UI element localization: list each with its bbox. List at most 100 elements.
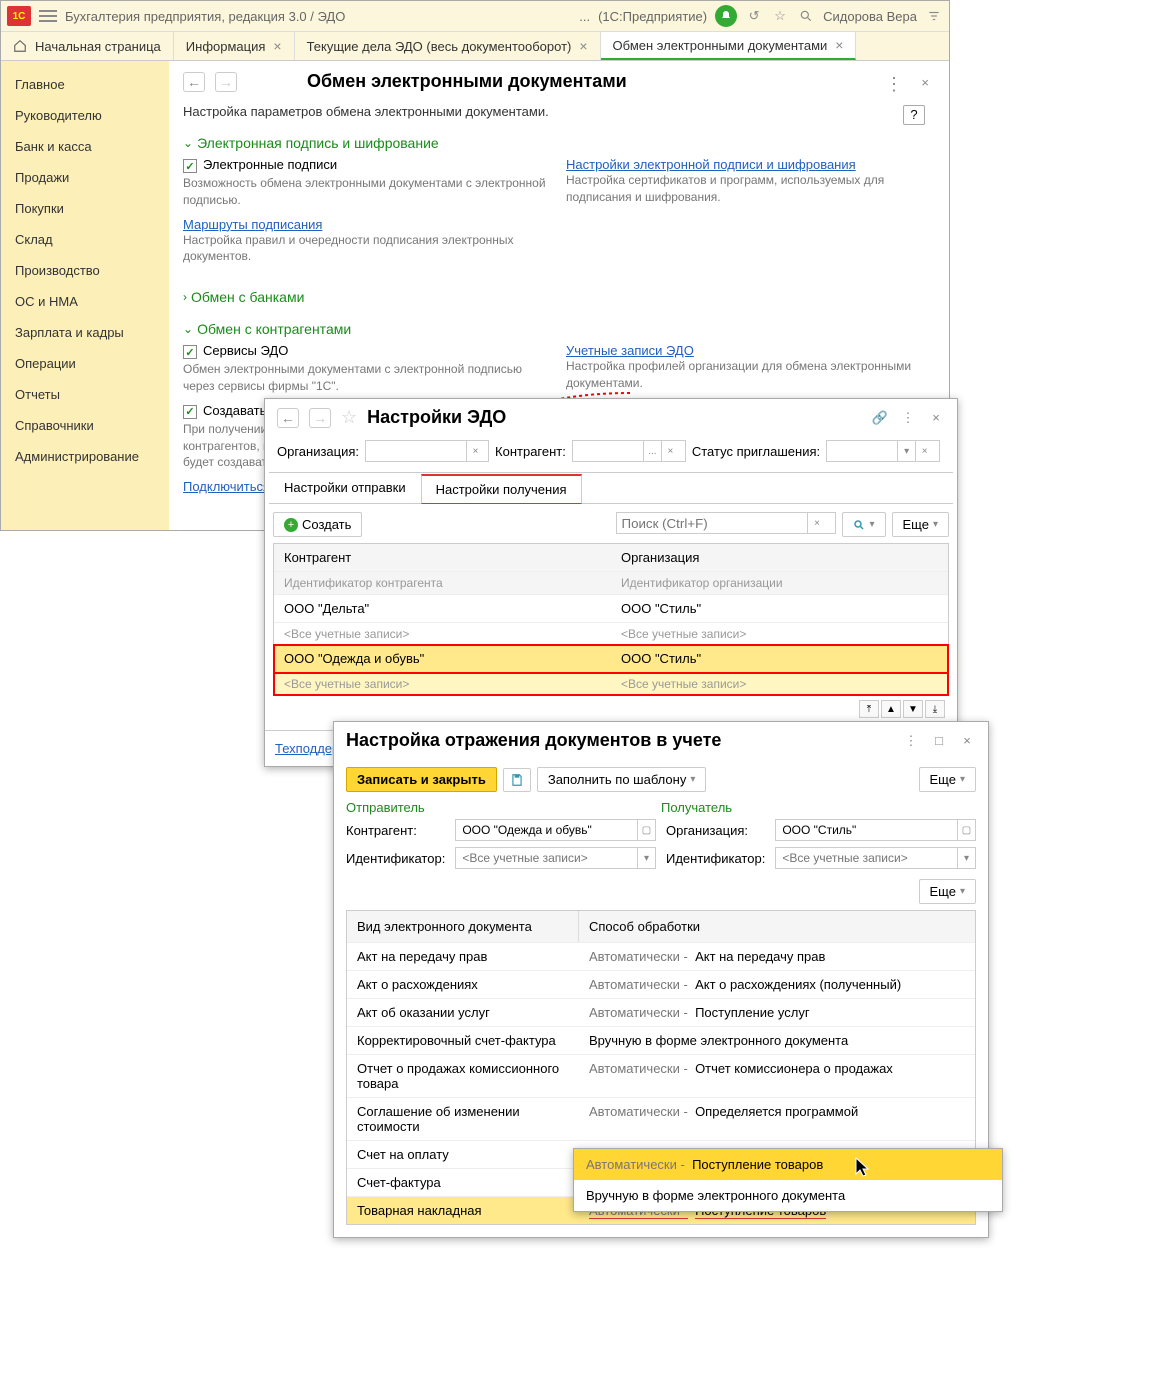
nav-forward[interactable]: → xyxy=(215,72,237,92)
contr-label: Контрагент: xyxy=(495,444,566,459)
link-routes[interactable]: Маршруты подписания xyxy=(183,217,546,232)
ellipsis: ... xyxy=(579,9,590,24)
sidebar-item[interactable]: Покупки xyxy=(1,193,169,224)
search-icon[interactable] xyxy=(797,7,815,25)
org-label: Организация: xyxy=(666,823,765,838)
table-row[interactable]: Акт об оказании услугАвтоматически - Пос… xyxy=(347,998,975,1026)
org-input[interactable]: × xyxy=(365,440,489,462)
titlebar: 1C Бухгалтерия предприятия, редакция 3.0… xyxy=(1,1,949,31)
close-icon[interactable]: × xyxy=(927,409,945,427)
org-input[interactable]: ▢ xyxy=(775,819,976,841)
nav-forward[interactable]: → xyxy=(309,408,331,428)
tabbar: Начальная страница Информация × Текущие … xyxy=(1,31,949,61)
create-button[interactable]: +Создать xyxy=(273,512,362,537)
more-button[interactable]: Еще ▾ xyxy=(919,879,976,904)
close-icon[interactable]: × xyxy=(273,38,281,54)
pager-first[interactable]: ⤒ xyxy=(859,700,879,718)
sender-label: Отправитель xyxy=(346,800,651,815)
sidebar-item[interactable]: Склад xyxy=(1,224,169,255)
sidebar-item[interactable]: Производство xyxy=(1,255,169,286)
sidebar-item[interactable]: Главное xyxy=(1,69,169,100)
kebab-icon[interactable]: ⋮ xyxy=(899,409,917,427)
table-row-selected[interactable]: ООО "Одежда и обувь"ООО "Стиль" xyxy=(274,645,948,673)
close-icon[interactable]: × xyxy=(958,732,976,750)
table-row-id: <Все учетные записи><Все учетные записи> xyxy=(274,623,948,645)
menu-icon[interactable] xyxy=(39,7,57,25)
more-button[interactable]: Еще ▾ xyxy=(892,512,949,537)
contr-input[interactable]: ▢ xyxy=(455,819,656,841)
link-icon[interactable]: 🔗 xyxy=(871,409,889,427)
link-accounts[interactable]: Учетные записи ЭДО xyxy=(566,343,929,358)
section-signature[interactable]: ⌄ Электронная подпись и шифрование xyxy=(183,135,929,151)
close-icon[interactable]: × xyxy=(921,75,929,90)
sidebar-item[interactable]: Администрирование xyxy=(1,441,169,472)
pager-last[interactable]: ⤓ xyxy=(925,700,945,718)
checkbox-label: Электронные подписи xyxy=(203,157,337,172)
checkbox-esign[interactable]: ✓ xyxy=(183,159,197,173)
sidebar-item[interactable]: Операции xyxy=(1,348,169,379)
contr-input[interactable]: ...× xyxy=(572,440,686,462)
checkbox-label: Сервисы ЭДО xyxy=(203,343,288,358)
pager-down[interactable]: ▼ xyxy=(903,700,923,718)
table-row[interactable]: Акт о расхожденияхАвтоматически - Акт о … xyxy=(347,970,975,998)
sidebar-item[interactable]: ОС и НМА xyxy=(1,286,169,317)
search-input[interactable]: × xyxy=(616,512,836,534)
close-icon[interactable]: × xyxy=(579,38,587,54)
more-button[interactable]: Еще ▾ xyxy=(919,767,976,792)
tab-home[interactable]: Начальная страница xyxy=(1,32,174,60)
section-banks[interactable]: › Обмен с банками xyxy=(183,289,929,305)
dropdown-item-manual[interactable]: Вручную в форме электронного документа xyxy=(574,1180,1002,1211)
table-row[interactable]: Отчет о продажах комиссионного товараАвт… xyxy=(347,1054,975,1097)
home-icon xyxy=(13,39,27,53)
tab-edo-tasks[interactable]: Текущие дела ЭДО (весь документооборот) … xyxy=(295,32,601,60)
save-close-button[interactable]: Записать и закрыть xyxy=(346,767,497,792)
history-icon[interactable]: ↺ xyxy=(745,7,763,25)
section-counterparties[interactable]: ⌄ Обмен с контрагентами xyxy=(183,321,929,337)
sidebar-item[interactable]: Отчеты xyxy=(1,379,169,410)
filter-icon[interactable] xyxy=(925,7,943,25)
description: Настройка сертификатов и программ, испол… xyxy=(566,172,929,206)
help-button[interactable]: ? xyxy=(903,105,925,125)
tab-receive-settings[interactable]: Настройки получения xyxy=(421,474,582,504)
support-link[interactable]: Техподдер xyxy=(275,741,339,756)
user-name[interactable]: Сидорова Вера xyxy=(823,9,917,24)
id-input[interactable]: ▾ xyxy=(775,847,976,869)
status-input[interactable]: ▾× xyxy=(826,440,940,462)
checkbox-autocreate[interactable]: ✓ xyxy=(183,405,197,419)
link-sign-settings[interactable]: Настройки электронной подписи и шифрован… xyxy=(566,157,929,172)
tab-info[interactable]: Информация × xyxy=(174,32,295,60)
star-icon[interactable]: ☆ xyxy=(771,7,789,25)
window-title: Настройка отражения документов в учете xyxy=(346,730,721,751)
th-doctype: Вид электронного документа xyxy=(347,911,579,942)
kebab-icon[interactable]: ⋮ xyxy=(902,732,920,750)
table-row[interactable]: Соглашение об изменении стоимостиАвтомат… xyxy=(347,1097,975,1140)
maximize-icon[interactable]: □ xyxy=(930,732,948,750)
table-row[interactable]: Акт на передачу правАвтоматически - Акт … xyxy=(347,942,975,970)
sidebar-item[interactable]: Банк и касса xyxy=(1,131,169,162)
sidebar-item[interactable]: Справочники xyxy=(1,410,169,441)
fill-template-button[interactable]: Заполнить по шаблону ▾ xyxy=(537,767,707,792)
dropdown-item-auto[interactable]: Автоматически - Поступление товаров xyxy=(574,1149,1002,1180)
close-icon[interactable]: × xyxy=(835,37,843,53)
kebab-icon[interactable]: ⋮ xyxy=(885,75,903,93)
sidebar-item[interactable]: Руководителю xyxy=(1,100,169,131)
edo-settings-window: ← → ☆ Настройки ЭДО 🔗 ⋮ × Организация: ×… xyxy=(264,398,958,767)
sidebar-item[interactable]: Зарплата и кадры xyxy=(1,317,169,348)
nav-back[interactable]: ← xyxy=(183,72,205,92)
star-icon[interactable]: ☆ xyxy=(341,407,357,428)
section-label: Обмен с банками xyxy=(191,289,304,305)
sidebar-item[interactable]: Продажи xyxy=(1,162,169,193)
bell-icon[interactable] xyxy=(715,5,737,27)
tab-label: Информация xyxy=(186,39,266,54)
pager-up[interactable]: ▲ xyxy=(881,700,901,718)
table-row[interactable]: ООО "Дельта"ООО "Стиль" xyxy=(274,595,948,623)
checkbox-edo-services[interactable]: ✓ xyxy=(183,345,197,359)
nav-back[interactable]: ← xyxy=(277,408,299,428)
org-label: Организация: xyxy=(277,444,359,459)
tab-send-settings[interactable]: Настройки отправки xyxy=(269,473,421,503)
id-input[interactable]: ▾ xyxy=(455,847,656,869)
search-button[interactable]: ▾ xyxy=(842,512,885,537)
tab-exchange[interactable]: Обмен электронными документами × xyxy=(601,32,857,60)
save-button[interactable] xyxy=(503,768,531,792)
table-row[interactable]: Корректировочный счет-фактураВручную в ф… xyxy=(347,1026,975,1054)
